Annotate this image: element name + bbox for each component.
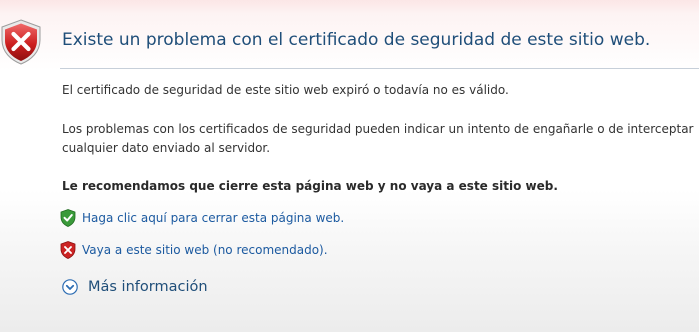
chevron-down-circle-icon[interactable] — [62, 279, 78, 295]
close-page-link-label[interactable]: Haga clic aquí para cerrar esta página w… — [82, 211, 344, 225]
more-information-label[interactable]: Más información — [88, 279, 208, 295]
certificate-problems-line-1: Los problemas con los certificados de se… — [62, 122, 694, 136]
certificate-problems-text: Los problemas con los certificados de se… — [62, 120, 693, 158]
error-shield-icon — [0, 19, 42, 65]
red-x-shield-icon — [60, 241, 76, 259]
expired-certificate-text: El certificado de seguridad de este siti… — [62, 83, 509, 97]
recommendation-text: Le recomendamos que cierre esta página w… — [62, 179, 558, 193]
close-page-link[interactable]: Haga clic aquí para cerrar esta página w… — [60, 208, 344, 228]
certificate-error-page: Existe un problema con el certificado de… — [0, 0, 699, 332]
certificate-problems-line-2: cualquier dato enviado al servidor. — [62, 141, 271, 155]
continue-to-site-link-label[interactable]: Vaya a este sitio web (no recomendado). — [82, 243, 328, 257]
page-title: Existe un problema con el certificado de… — [62, 30, 651, 50]
green-check-shield-icon — [60, 209, 76, 227]
more-information-toggle[interactable]: Más información — [62, 276, 208, 298]
continue-to-site-link[interactable]: Vaya a este sitio web (no recomendado). — [60, 240, 328, 260]
title-divider — [60, 68, 699, 69]
